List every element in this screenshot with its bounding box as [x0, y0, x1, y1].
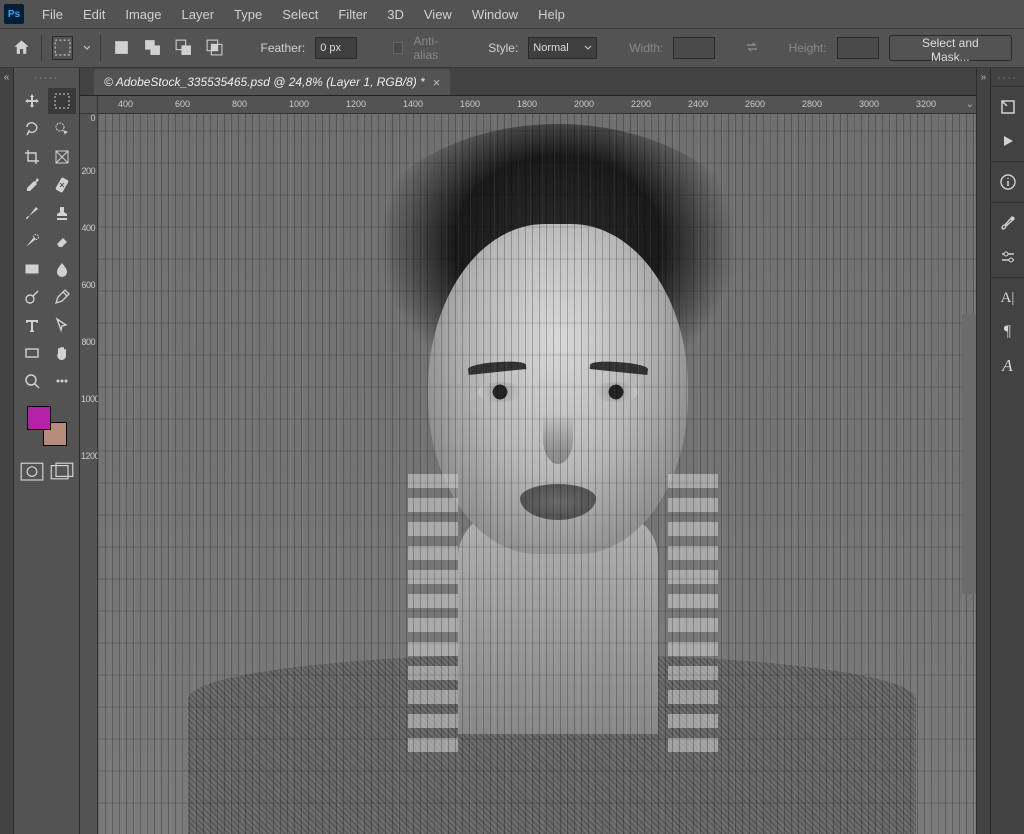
- paragraph-panel-icon[interactable]: ¶: [997, 322, 1019, 342]
- canvas[interactable]: [98, 114, 976, 834]
- selection-add-button[interactable]: [142, 36, 163, 60]
- vertical-scrollbar[interactable]: [962, 314, 976, 594]
- swap-icon[interactable]: [744, 39, 760, 58]
- menu-window[interactable]: Window: [462, 3, 528, 26]
- quick-select-tool[interactable]: [48, 116, 76, 142]
- history-panel-icon[interactable]: [997, 97, 1019, 117]
- selection-intersect-button[interactable]: [204, 36, 225, 60]
- select-and-mask-button[interactable]: Select and Mask...: [889, 35, 1012, 61]
- edit-toolbar-button[interactable]: [48, 368, 76, 394]
- healing-tool[interactable]: [48, 172, 76, 198]
- feather-input[interactable]: [315, 37, 357, 59]
- panel-grip[interactable]: ∙∙∙∙: [997, 72, 1017, 84]
- height-input: [837, 37, 879, 59]
- document-tab[interactable]: © AdobeStock_335535465.psd @ 24,8% (Laye…: [94, 69, 450, 95]
- stamp-tool[interactable]: [48, 200, 76, 226]
- width-label: Width:: [629, 41, 663, 55]
- glyphs-panel-icon[interactable]: A: [997, 356, 1019, 376]
- menu-help[interactable]: Help: [528, 3, 575, 26]
- pen-tool[interactable]: [48, 284, 76, 310]
- document-area: © AdobeStock_335535465.psd @ 24,8% (Laye…: [80, 68, 976, 834]
- selection-subtract-button[interactable]: [173, 36, 194, 60]
- brush-tool[interactable]: [18, 200, 46, 226]
- separator: [100, 35, 101, 61]
- menu-select[interactable]: Select: [272, 3, 328, 26]
- move-tool[interactable]: [18, 88, 46, 114]
- separator: [41, 35, 42, 61]
- panel-collapse-left[interactable]: «: [0, 68, 14, 834]
- brushes-panel-icon[interactable]: [997, 213, 1019, 233]
- document-title: © AdobeStock_335535465.psd @ 24,8% (Laye…: [104, 75, 425, 89]
- character-panel-icon[interactable]: A|: [997, 288, 1019, 308]
- adjustments-panel-icon[interactable]: [997, 247, 1019, 267]
- style-label: Style:: [488, 41, 518, 55]
- right-panel-dock: ∙∙∙∙ A| ¶ A: [990, 68, 1024, 834]
- zoom-tool[interactable]: [18, 368, 46, 394]
- frame-tool[interactable]: [48, 144, 76, 170]
- foreground-color-swatch[interactable]: [27, 406, 51, 430]
- style-select[interactable]: Normal: [528, 37, 597, 59]
- menu-3d[interactable]: 3D: [377, 3, 414, 26]
- menu-file[interactable]: File: [32, 3, 73, 26]
- quick-mask-button[interactable]: [20, 462, 44, 482]
- app-logo: Ps: [4, 4, 24, 24]
- menu-filter[interactable]: Filter: [328, 3, 377, 26]
- height-label: Height:: [789, 41, 827, 55]
- menu-type[interactable]: Type: [224, 3, 272, 26]
- gradient-tool[interactable]: [18, 256, 46, 282]
- path-select-tool[interactable]: [48, 312, 76, 338]
- menu-edit[interactable]: Edit: [73, 3, 115, 26]
- menu-layer[interactable]: Layer: [172, 3, 225, 26]
- panel-collapse-right[interactable]: »: [976, 68, 990, 834]
- panel-grip[interactable]: ∙∙∙∙∙: [34, 72, 59, 84]
- feather-label: Feather:: [261, 41, 306, 55]
- antialias-label: Anti-alias: [413, 34, 456, 62]
- canvas-image: [98, 114, 976, 834]
- width-input: [673, 37, 715, 59]
- lasso-tool[interactable]: [18, 116, 46, 142]
- tools-panel: ∙∙∙∙∙: [14, 68, 80, 834]
- ruler-origin[interactable]: [80, 96, 94, 114]
- antialias-checkbox: [393, 42, 404, 54]
- marquee-tool[interactable]: [48, 88, 76, 114]
- eraser-tool[interactable]: [48, 228, 76, 254]
- screen-mode-button[interactable]: [50, 462, 74, 482]
- horizontal-ruler[interactable]: 400 600 800 1000 1200 1400 1600 1800 200…: [98, 96, 976, 114]
- blur-tool[interactable]: [48, 256, 76, 282]
- marquee-preset-button[interactable]: [52, 36, 73, 60]
- eyedropper-tool[interactable]: [18, 172, 46, 198]
- rectangle-tool[interactable]: [18, 340, 46, 366]
- dodge-tool[interactable]: [18, 284, 46, 310]
- menu-image[interactable]: Image: [115, 3, 171, 26]
- ruler-menu-icon[interactable]: ⌄: [966, 99, 974, 110]
- history-brush-tool[interactable]: [18, 228, 46, 254]
- home-button[interactable]: [12, 37, 31, 59]
- selection-new-button[interactable]: [111, 36, 132, 60]
- info-panel-icon[interactable]: [997, 172, 1019, 192]
- color-swatches[interactable]: [27, 406, 67, 446]
- document-tab-bar: © AdobeStock_335535465.psd @ 24,8% (Laye…: [80, 68, 976, 96]
- close-tab-button[interactable]: ×: [433, 75, 441, 90]
- menu-bar: Ps File Edit Image Layer Type Select Fil…: [0, 0, 1024, 28]
- hand-tool[interactable]: [48, 340, 76, 366]
- vertical-ruler[interactable]: 0 200 400 600 800 1000 1200: [80, 96, 98, 834]
- type-tool[interactable]: [18, 312, 46, 338]
- menu-view[interactable]: View: [414, 3, 462, 26]
- options-bar: Feather: Anti-alias Style: Normal Width:…: [0, 28, 1024, 68]
- actions-panel-icon[interactable]: [997, 131, 1019, 151]
- chevron-down-icon[interactable]: [83, 44, 90, 52]
- crop-tool[interactable]: [18, 144, 46, 170]
